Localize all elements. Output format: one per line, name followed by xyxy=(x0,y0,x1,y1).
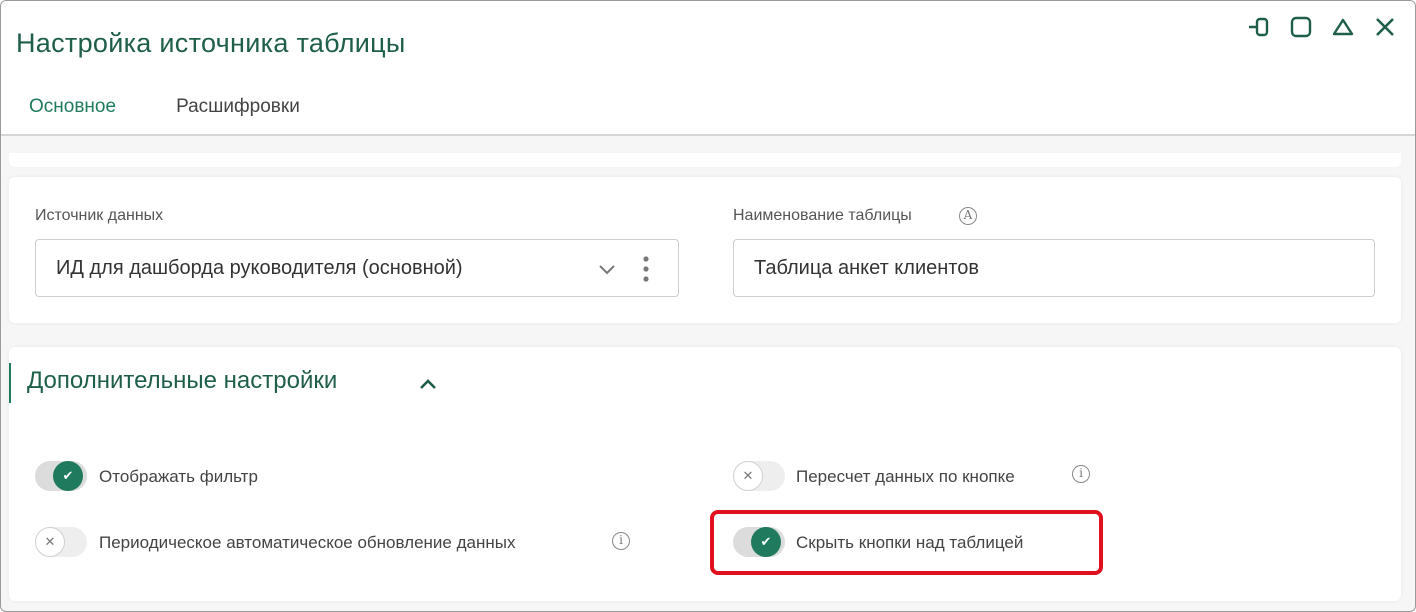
main-fields-card: Источник данных ИД для дашборда руководи… xyxy=(9,177,1401,323)
advanced-settings-card: Дополнительные настройки ✔ Отображать фи… xyxy=(9,347,1401,601)
chevron-down-icon[interactable] xyxy=(596,258,618,280)
pin-icon[interactable] xyxy=(1247,15,1271,39)
section-accent-bar xyxy=(9,363,11,403)
source-select[interactable]: ИД для дашборда руководителя (основной) xyxy=(35,239,679,297)
recalc-button-label: Пересчет данных по кнопке xyxy=(796,467,1015,486)
source-value: ИД для дашборда руководителя (основной) xyxy=(56,257,463,279)
close-icon[interactable] xyxy=(1373,15,1397,39)
dialog-header: Настройка источника таблицы Основное Рас… xyxy=(1,1,1415,136)
cross-icon: ✕ xyxy=(733,461,763,491)
card-divider xyxy=(9,153,1401,167)
auto-refresh-toggle[interactable]: ✕ xyxy=(35,527,87,557)
table-name-label: Наименование таблицы xyxy=(733,207,912,225)
check-icon: ✔ xyxy=(53,461,83,491)
info-icon[interactable]: i xyxy=(1072,465,1090,483)
auto-refresh-label: Периодическое автоматическое обновление … xyxy=(99,533,516,552)
table-name-label-text: Наименование таблицы xyxy=(733,207,912,224)
tab-main[interactable]: Основное xyxy=(29,96,116,118)
source-label: Источник данных xyxy=(35,207,164,224)
section-title[interactable]: Дополнительные настройки xyxy=(27,367,337,395)
recalc-button-toggle[interactable]: ✕ xyxy=(733,461,785,491)
info-icon[interactable]: i xyxy=(612,532,630,550)
chevron-up-icon[interactable] xyxy=(417,373,439,395)
collapse-icon[interactable] xyxy=(1331,15,1355,39)
table-name-input[interactable]: Таблица анкет клиентов xyxy=(733,239,1375,297)
table-name-value: Таблица анкет клиентов xyxy=(754,257,979,279)
show-filter-toggle[interactable]: ✔ xyxy=(35,461,87,491)
tab-details[interactable]: Расшифровки xyxy=(176,96,300,118)
more-vertical-icon[interactable] xyxy=(636,254,656,284)
show-filter-label: Отображать фильтр xyxy=(99,467,258,486)
cross-icon: ✕ xyxy=(35,527,65,557)
highlight-frame xyxy=(710,510,1103,575)
settings-dialog: Настройка источника таблицы Основное Рас… xyxy=(0,0,1416,612)
tab-bar: Основное Расшифровки xyxy=(29,96,300,118)
auto-text-icon[interactable]: A xyxy=(959,207,977,225)
maximize-icon[interactable] xyxy=(1289,15,1313,39)
window-controls xyxy=(1247,15,1397,39)
dialog-title: Настройка источника таблицы xyxy=(16,28,406,58)
